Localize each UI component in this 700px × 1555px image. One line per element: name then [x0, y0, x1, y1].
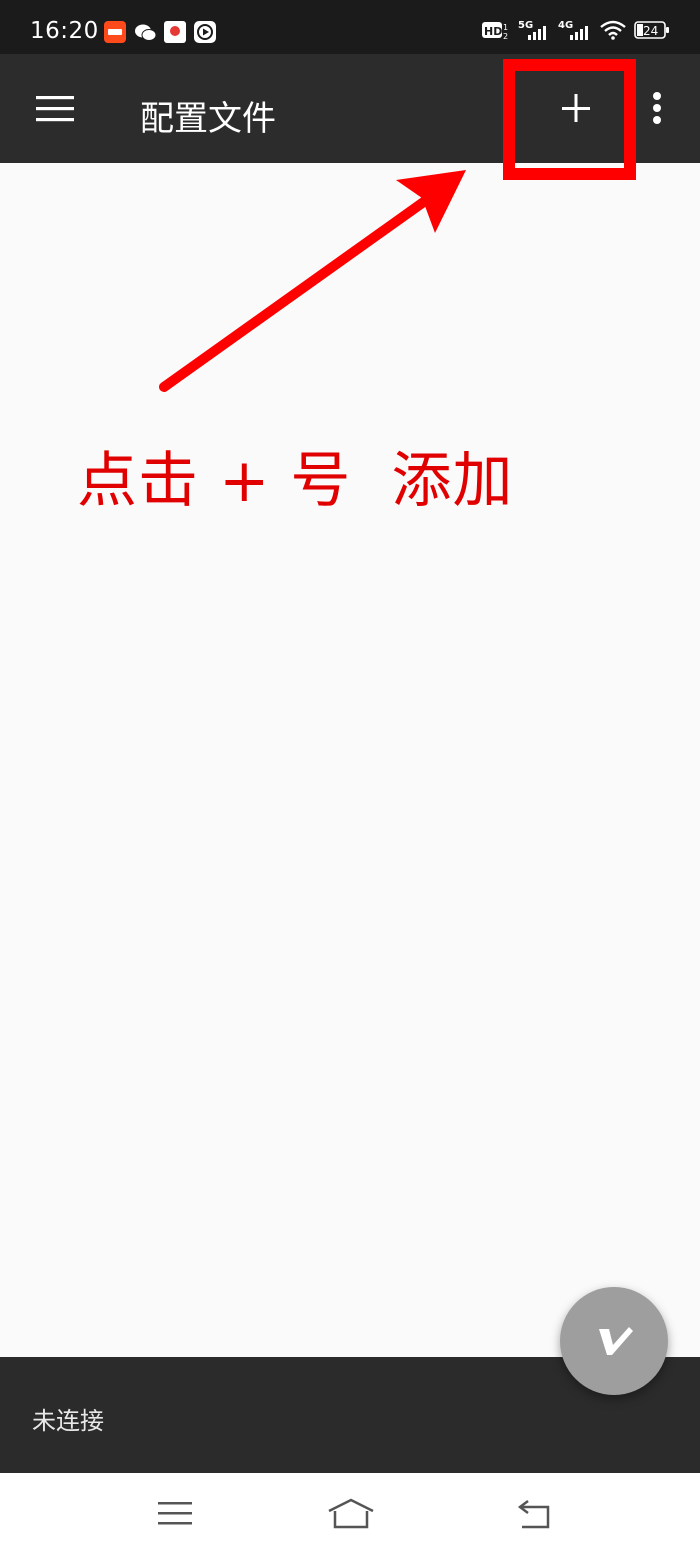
annotation-text: 点击 + 号 添加 — [77, 446, 514, 516]
nav-back-icon[interactable] — [514, 1497, 552, 1529]
highlight-box — [503, 59, 636, 180]
system-nav-bar — [0, 1473, 700, 1555]
nav-menu-icon[interactable] — [158, 1500, 194, 1528]
annotation-arrow-head — [396, 170, 466, 233]
connect-fab-button[interactable] — [560, 1287, 668, 1395]
nav-home-icon[interactable] — [327, 1497, 375, 1531]
v-logo-icon — [599, 1327, 633, 1355]
annotation-arrow-shaft — [159, 191, 437, 392]
connection-status-text: 未连接 — [32, 1407, 104, 1435]
